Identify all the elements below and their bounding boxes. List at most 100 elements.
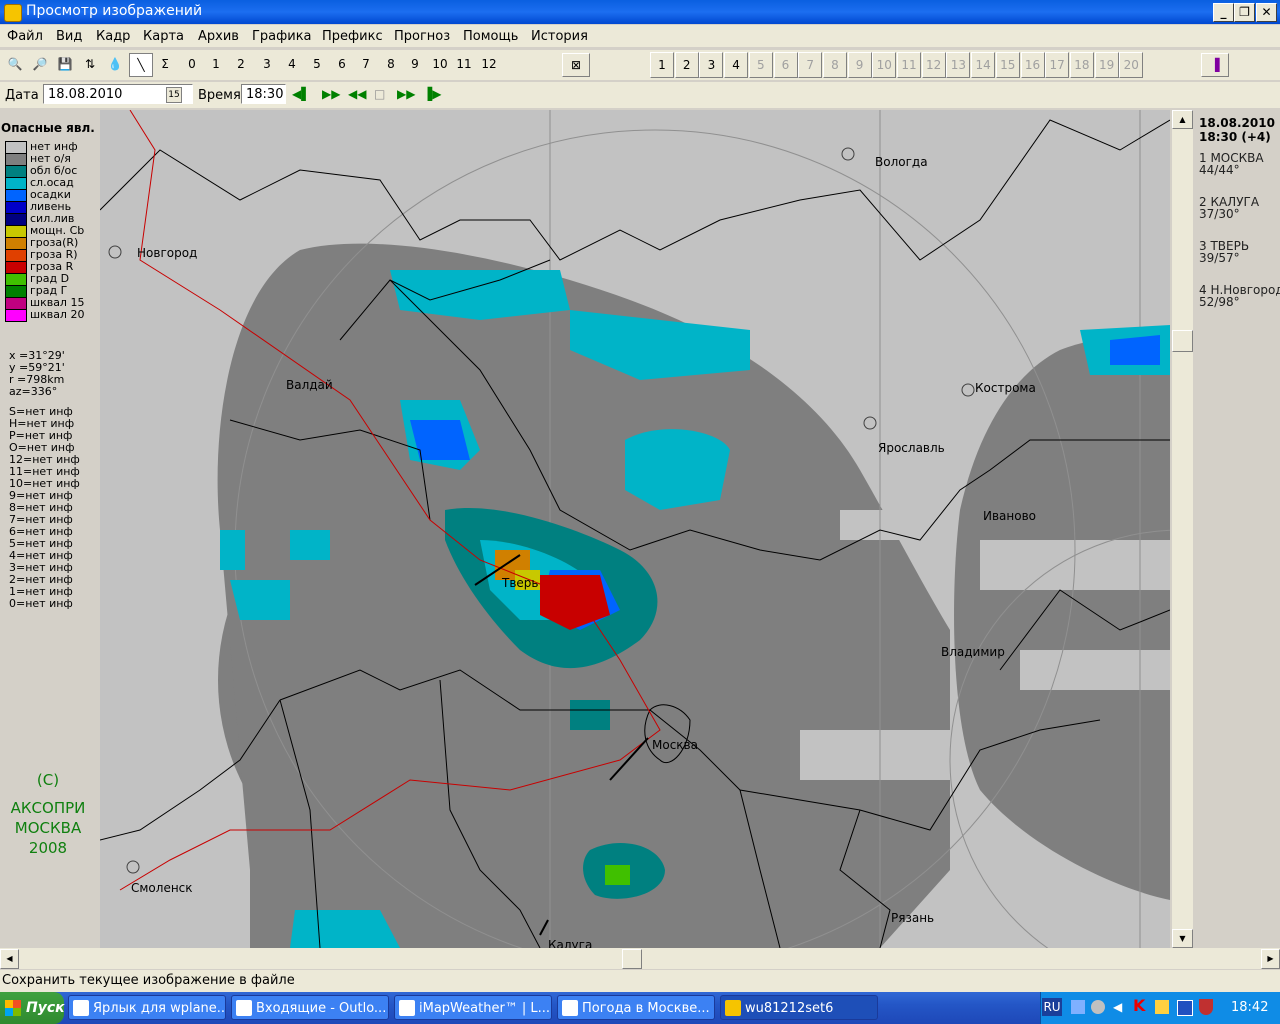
sum-icon[interactable]: Σ <box>154 53 176 75</box>
shield-icon[interactable] <box>1199 999 1213 1015</box>
city-label: Смоленск <box>131 881 193 895</box>
city-label: Новгород <box>137 246 197 260</box>
frame-button[interactable]: 8 <box>822 52 847 78</box>
hour-button[interactable]: 8 <box>379 53 403 75</box>
frame-button[interactable]: 17 <box>1045 52 1070 78</box>
city-label: Иваново <box>983 509 1036 523</box>
menu-help[interactable]: Помощь <box>463 29 518 44</box>
height-icon[interactable]: ⇅ <box>79 53 101 75</box>
tool-icon[interactable] <box>1155 1000 1169 1014</box>
hour-button[interactable]: 4 <box>280 53 304 75</box>
satellite-icon[interactable]: ⊠ <box>562 53 590 77</box>
menu-history[interactable]: История <box>531 29 588 44</box>
frame-button[interactable]: 15 <box>995 52 1020 78</box>
city-label: Кострома <box>975 381 1036 395</box>
hour-button[interactable]: 5 <box>305 53 329 75</box>
scroll-down-icon[interactable]: ▼ <box>1172 929 1193 948</box>
language-indicator[interactable]: RU <box>1042 998 1062 1016</box>
zoom-out-icon[interactable]: 🔎 <box>29 53 51 75</box>
frame-button[interactable]: 20 <box>1119 52 1144 78</box>
network-icon[interactable] <box>1071 1000 1085 1014</box>
frame-button[interactable]: 10 <box>872 52 897 78</box>
task-imapweather[interactable]: iMapWeather™ | L... <box>394 995 552 1020</box>
horizontal-scrollbar[interactable]: ◀ ▶ <box>0 948 1280 969</box>
maximize-button[interactable]: ❐ <box>1234 3 1255 22</box>
station-value: 52/98° <box>1199 295 1240 309</box>
height-readout: 0=нет инф <box>9 597 73 610</box>
scroll-left-icon[interactable]: ◀ <box>0 949 19 969</box>
no-data-patch <box>800 730 950 780</box>
hour-button[interactable]: 11 <box>452 53 476 75</box>
frame-button[interactable]: 18 <box>1069 52 1094 78</box>
date-field[interactable]: 18.08.2010 15 <box>43 84 193 104</box>
menu-frame[interactable]: Кадр <box>96 29 130 44</box>
task-wu81212set6[interactable]: wu81212set6 <box>720 995 878 1020</box>
step-back-icon[interactable]: ◀▌ <box>292 87 310 101</box>
hour-button[interactable]: 2 <box>229 53 253 75</box>
menu-map[interactable]: Карта <box>143 29 184 44</box>
cd-icon[interactable] <box>1091 1000 1105 1014</box>
close-button[interactable]: ✕ <box>1256 3 1277 22</box>
calendar-icon[interactable]: 15 <box>166 87 182 103</box>
measure-icon[interactable]: ╲ <box>129 53 153 77</box>
menu-forecast[interactable]: Прогноз <box>394 29 450 44</box>
step-forward-icon[interactable]: ▐▶ <box>423 87 441 101</box>
k-icon[interactable]: K <box>1133 996 1145 1015</box>
menu-graphics[interactable]: Графика <box>252 29 312 44</box>
flag-icon[interactable] <box>1177 1000 1193 1016</box>
station-value: 37/30° <box>1199 207 1240 221</box>
frame-button[interactable]: 1 <box>650 52 674 78</box>
frame-button[interactable]: 4 <box>724 52 749 78</box>
vertical-scrollbar[interactable]: ▲ ▼ <box>1172 110 1193 948</box>
time-field[interactable]: 18:30 <box>241 84 286 104</box>
scroll-right-icon[interactable]: ▶ <box>1261 949 1280 969</box>
menu-file[interactable]: Файл <box>7 29 43 44</box>
hour-button[interactable]: 7 <box>354 53 378 75</box>
frame-button[interactable]: 7 <box>798 52 823 78</box>
frame-button[interactable]: 11 <box>897 52 921 78</box>
minimize-button[interactable]: _ <box>1213 3 1234 22</box>
date-bar: Дата 18.08.2010 15 Время 18:30 ◀▌ ▶▶ ◀◀ … <box>0 82 1280 108</box>
menu-archive[interactable]: Архив <box>198 29 239 44</box>
hour-button[interactable]: 10 <box>428 53 452 75</box>
frame-button[interactable]: 13 <box>946 52 971 78</box>
taskbar: Пуск Ярлык для wplane... Входящие - Outl… <box>0 992 1280 1024</box>
frame-button[interactable]: 6 <box>773 52 798 78</box>
start-button[interactable]: Пуск <box>0 992 65 1024</box>
hour-button[interactable]: 6 <box>330 53 354 75</box>
hour-button[interactable]: 12 <box>477 53 501 75</box>
scroll-up-icon[interactable]: ▲ <box>1172 110 1193 129</box>
exit-icon[interactable]: ▐ <box>1201 53 1229 77</box>
frame-button[interactable]: 14 <box>971 52 996 78</box>
scroll-thumb[interactable] <box>1172 330 1193 352</box>
task-wplane[interactable]: Ярлык для wplane... <box>68 995 226 1020</box>
zoom-in-icon[interactable]: 🔍 <box>4 53 26 75</box>
toolbar: 🔍 🔎 💾 ⇅ 💧 ╲ Σ 0 1 2 3 4 5 6 7 8 9 10 11 12 ⊠ 1234567… <box>0 50 1280 80</box>
radar-map[interactable]: Вологда Новгород Валдай Кострома Ярослав… <box>100 110 1170 948</box>
fast-forward-icon[interactable]: ▶▶ <box>397 87 415 101</box>
hour-button[interactable]: 9 <box>403 53 427 75</box>
task-label: iMapWeather™ | L... <box>419 1001 551 1016</box>
rewind-icon[interactable]: ◀◀ <box>348 87 366 101</box>
frame-button[interactable]: 16 <box>1020 52 1045 78</box>
menu-prefix[interactable]: Префикс <box>322 29 383 44</box>
play-forward-icon[interactable]: ▶▶ <box>322 87 340 101</box>
save-icon[interactable]: 💾 <box>54 53 76 75</box>
frame-button[interactable]: 12 <box>921 52 946 78</box>
frame-button[interactable]: 9 <box>847 52 872 78</box>
hscroll-thumb[interactable] <box>622 949 642 969</box>
app-icon <box>4 4 22 22</box>
volume-icon[interactable]: ◀ <box>1113 1000 1127 1014</box>
task-weather-moscow[interactable]: Погода в Москве... <box>557 995 715 1020</box>
stop-icon[interactable]: □ <box>374 87 385 101</box>
task-outlook[interactable]: Входящие - Outlo... <box>231 995 389 1020</box>
frame-button[interactable]: 19 <box>1094 52 1119 78</box>
menu-view[interactable]: Вид <box>56 29 82 44</box>
hour-button[interactable]: 3 <box>255 53 279 75</box>
frame-button[interactable]: 5 <box>748 52 773 78</box>
hour-button[interactable]: 0 <box>180 53 204 75</box>
drop-icon[interactable]: 💧 <box>104 53 126 75</box>
hour-button[interactable]: 1 <box>204 53 228 75</box>
frame-button[interactable]: 3 <box>699 52 724 78</box>
frame-button[interactable]: 2 <box>674 52 699 78</box>
